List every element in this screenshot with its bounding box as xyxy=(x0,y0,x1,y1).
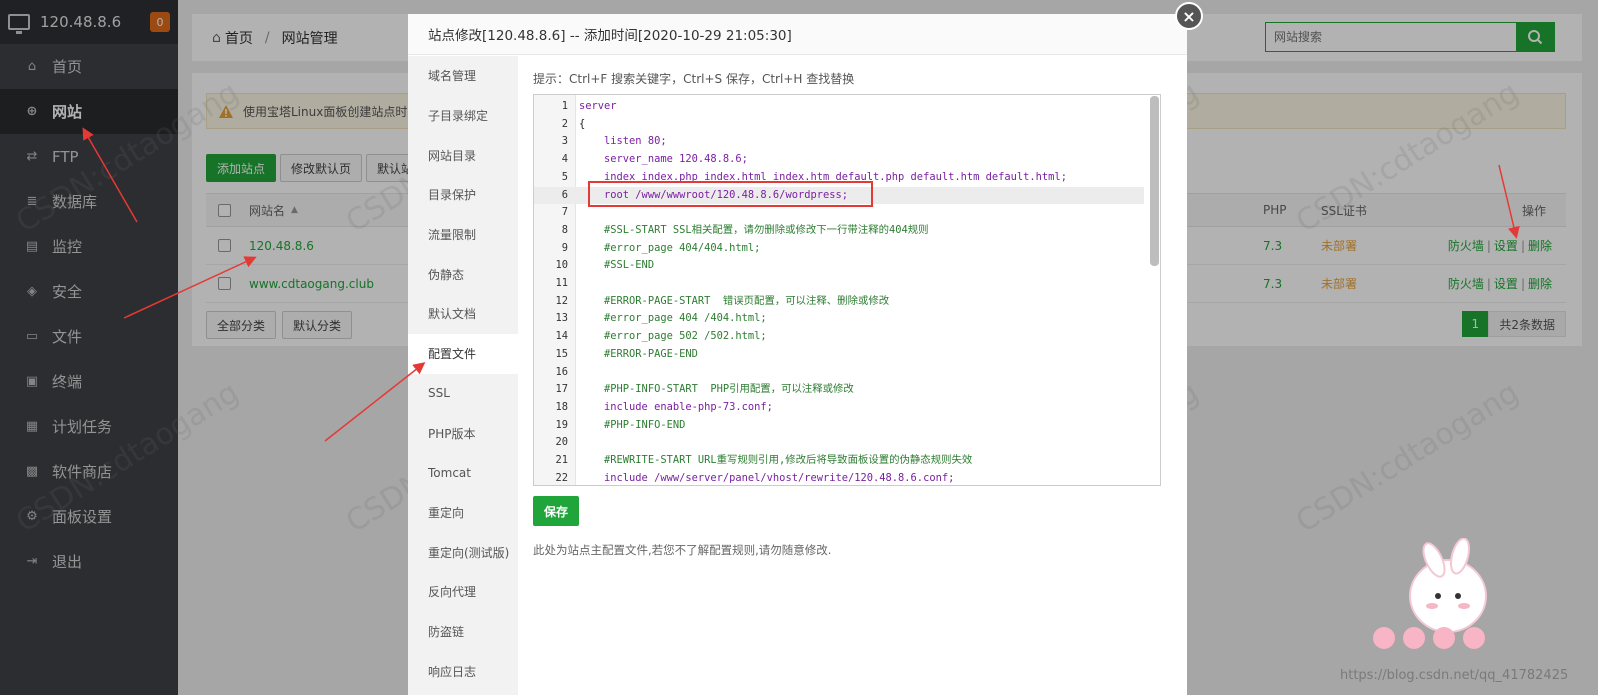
line-number: 7 xyxy=(561,206,568,219)
line-number: 5 xyxy=(561,170,568,183)
config-note: 此处为站点主配置文件,若您不了解配置规则,请勿随意修改. xyxy=(533,543,832,557)
modal-nav-item[interactable]: 防盗链 xyxy=(408,612,518,652)
modal-nav: 域名管理 子目录绑定 网站目录 目录保护 流量限制 伪静态 默认文档 配置文件 SSL PHP版本… xyxy=(408,56,518,695)
editor-scrollbar[interactable] xyxy=(1150,96,1159,266)
code-line: 22 include /www/server/panel/vhost/rewri… xyxy=(534,470,1144,485)
code-text: #error_page 502 /502.html; xyxy=(579,330,767,343)
modal-nav-item[interactable]: 子目录绑定 xyxy=(408,96,518,136)
modal-nav-item[interactable]: 重定向 xyxy=(408,493,518,533)
code-text: #ERROR-PAGE-START 错误页配置，可以注释、删除或修改 xyxy=(579,294,890,307)
code-line: 14 #error_page 502 /502.html; xyxy=(534,328,1144,346)
code-line: 3 listen 80; xyxy=(534,133,1144,151)
modal-nav-item[interactable]: 流量限制 xyxy=(408,215,518,255)
line-number: 14 xyxy=(555,330,568,343)
code-line: 8 #SSL-START SSL相关配置，请勿删除或修改下一行带注释的404规则 xyxy=(534,222,1144,240)
code-line: 2{ xyxy=(534,116,1144,134)
code-text: #error_page 404 /404.html; xyxy=(579,312,767,325)
code-text: listen 80; xyxy=(579,135,667,148)
modal-title: 站点修改[120.48.8.6] -- 添加时间[2020-10-29 21:0… xyxy=(408,14,1187,55)
code-editor[interactable]: 1 server 2{3 listen 80; 4 server_name 120.4… xyxy=(533,94,1161,486)
line-number: 2 xyxy=(561,117,568,130)
line-number: 20 xyxy=(555,436,568,449)
modal-nav-item[interactable]: 伪静态 xyxy=(408,254,518,294)
code-text: include enable-php-73.conf; xyxy=(579,400,773,413)
code-line: 20 xyxy=(534,434,1144,452)
modal-nav-item[interactable]: Tomcat xyxy=(408,453,518,493)
line-number: 18 xyxy=(555,400,568,413)
code-line: 9 #error_page 404/404.html; xyxy=(534,240,1144,258)
line-number: 13 xyxy=(555,312,568,325)
line-number: 3 xyxy=(561,135,568,148)
code-text: server xyxy=(579,100,617,112)
code-text: { xyxy=(579,117,586,130)
code-text: include /www/server/panel/vhost/rewrite/… xyxy=(579,471,955,484)
line-number: 15 xyxy=(555,347,568,360)
code-text: #ERROR-PAGE-END xyxy=(579,347,698,360)
modal-nav-item[interactable]: 网站目录 xyxy=(408,135,518,175)
code-text: #PHP-INFO-START PHP引用配置，可以注释或修改 xyxy=(579,383,854,396)
modal-nav-item[interactable]: 配置文件 xyxy=(408,333,518,374)
code-line: 15 #ERROR-PAGE-END xyxy=(534,346,1144,364)
code-line: 11 xyxy=(534,275,1144,293)
modal-nav-item[interactable]: 反向代理 xyxy=(408,572,518,612)
code-line: 19 #PHP-INFO-END xyxy=(534,417,1144,435)
bunny-sticker xyxy=(1373,538,1487,649)
line-number: 22 xyxy=(555,471,568,484)
code-line: 13 #error_page 404 /404.html; xyxy=(534,310,1144,328)
modal-nav-item[interactable]: 响应日志 xyxy=(408,651,518,691)
modal-nav-item[interactable]: 域名管理 xyxy=(408,56,518,96)
save-button[interactable]: 保存 xyxy=(533,496,579,526)
highlight-box xyxy=(588,181,873,207)
modal-nav-item[interactable]: 重定向(测试版) xyxy=(408,532,518,572)
code-line: 17 #PHP-INFO-START PHP引用配置，可以注释或修改 xyxy=(534,381,1144,399)
line-number: 16 xyxy=(555,365,568,378)
code-line: 16 xyxy=(534,364,1144,382)
code-line: 18 include enable-php-73.conf; xyxy=(534,399,1144,417)
line-number: 11 xyxy=(555,277,568,289)
editor-hint: 提示：Ctrl+F 搜索关键字，Ctrl+S 保存，Ctrl+H 查找替换 xyxy=(533,72,855,86)
line-number: 10 xyxy=(555,259,568,272)
code-text: #SSL-START SSL相关配置，请勿删除或修改下一行带注释的404规则 xyxy=(579,223,929,236)
modal-nav-item[interactable]: 目录保护 xyxy=(408,175,518,215)
close-icon[interactable]: × xyxy=(1175,2,1203,30)
source-url: https://blog.csdn.net/qq_41782425 xyxy=(1340,668,1569,683)
code-line: 10 #SSL-END xyxy=(534,257,1144,275)
code-text: #error_page 404/404.html; xyxy=(579,241,761,254)
code-line: 12 #ERROR-PAGE-START 错误页配置，可以注释、删除或修改 xyxy=(534,293,1144,311)
line-number: 4 xyxy=(561,153,568,166)
code-text: server_name 120.48.8.6; xyxy=(579,153,748,166)
line-number: 1 xyxy=(561,100,568,112)
line-number: 21 xyxy=(555,454,568,466)
modal-nav-item[interactable]: 默认文档 xyxy=(408,294,518,334)
modal-nav-item[interactable]: PHP版本 xyxy=(408,413,518,453)
modal-nav-item[interactable]: SSL xyxy=(408,374,518,414)
code-text: #PHP-INFO-END xyxy=(579,418,686,431)
line-number: 19 xyxy=(555,418,568,431)
code-line: 1 server xyxy=(534,98,1144,116)
line-number: 12 xyxy=(555,294,568,307)
line-number: 17 xyxy=(555,383,568,396)
code-text: #SSL-END xyxy=(579,259,655,272)
line-number: 9 xyxy=(561,241,568,254)
code-line: 4 server_name 120.48.8.6; xyxy=(534,151,1144,169)
config-file-panel: 提示：Ctrl+F 搜索关键字，Ctrl+S 保存，Ctrl+H 查找替换 1s… xyxy=(518,56,1187,695)
site-edit-modal: 站点修改[120.48.8.6] -- 添加时间[2020-10-29 21:0… xyxy=(408,14,1187,695)
code-text: #REWRITE-START URL重写规则引用,修改后将导致面板设置的伪静态规… xyxy=(579,454,973,466)
line-number: 8 xyxy=(561,223,568,236)
line-number: 6 xyxy=(561,188,568,201)
code-line: 21 #REWRITE-START URL重写规则引用,修改后将导致面板设置的伪… xyxy=(534,452,1144,470)
